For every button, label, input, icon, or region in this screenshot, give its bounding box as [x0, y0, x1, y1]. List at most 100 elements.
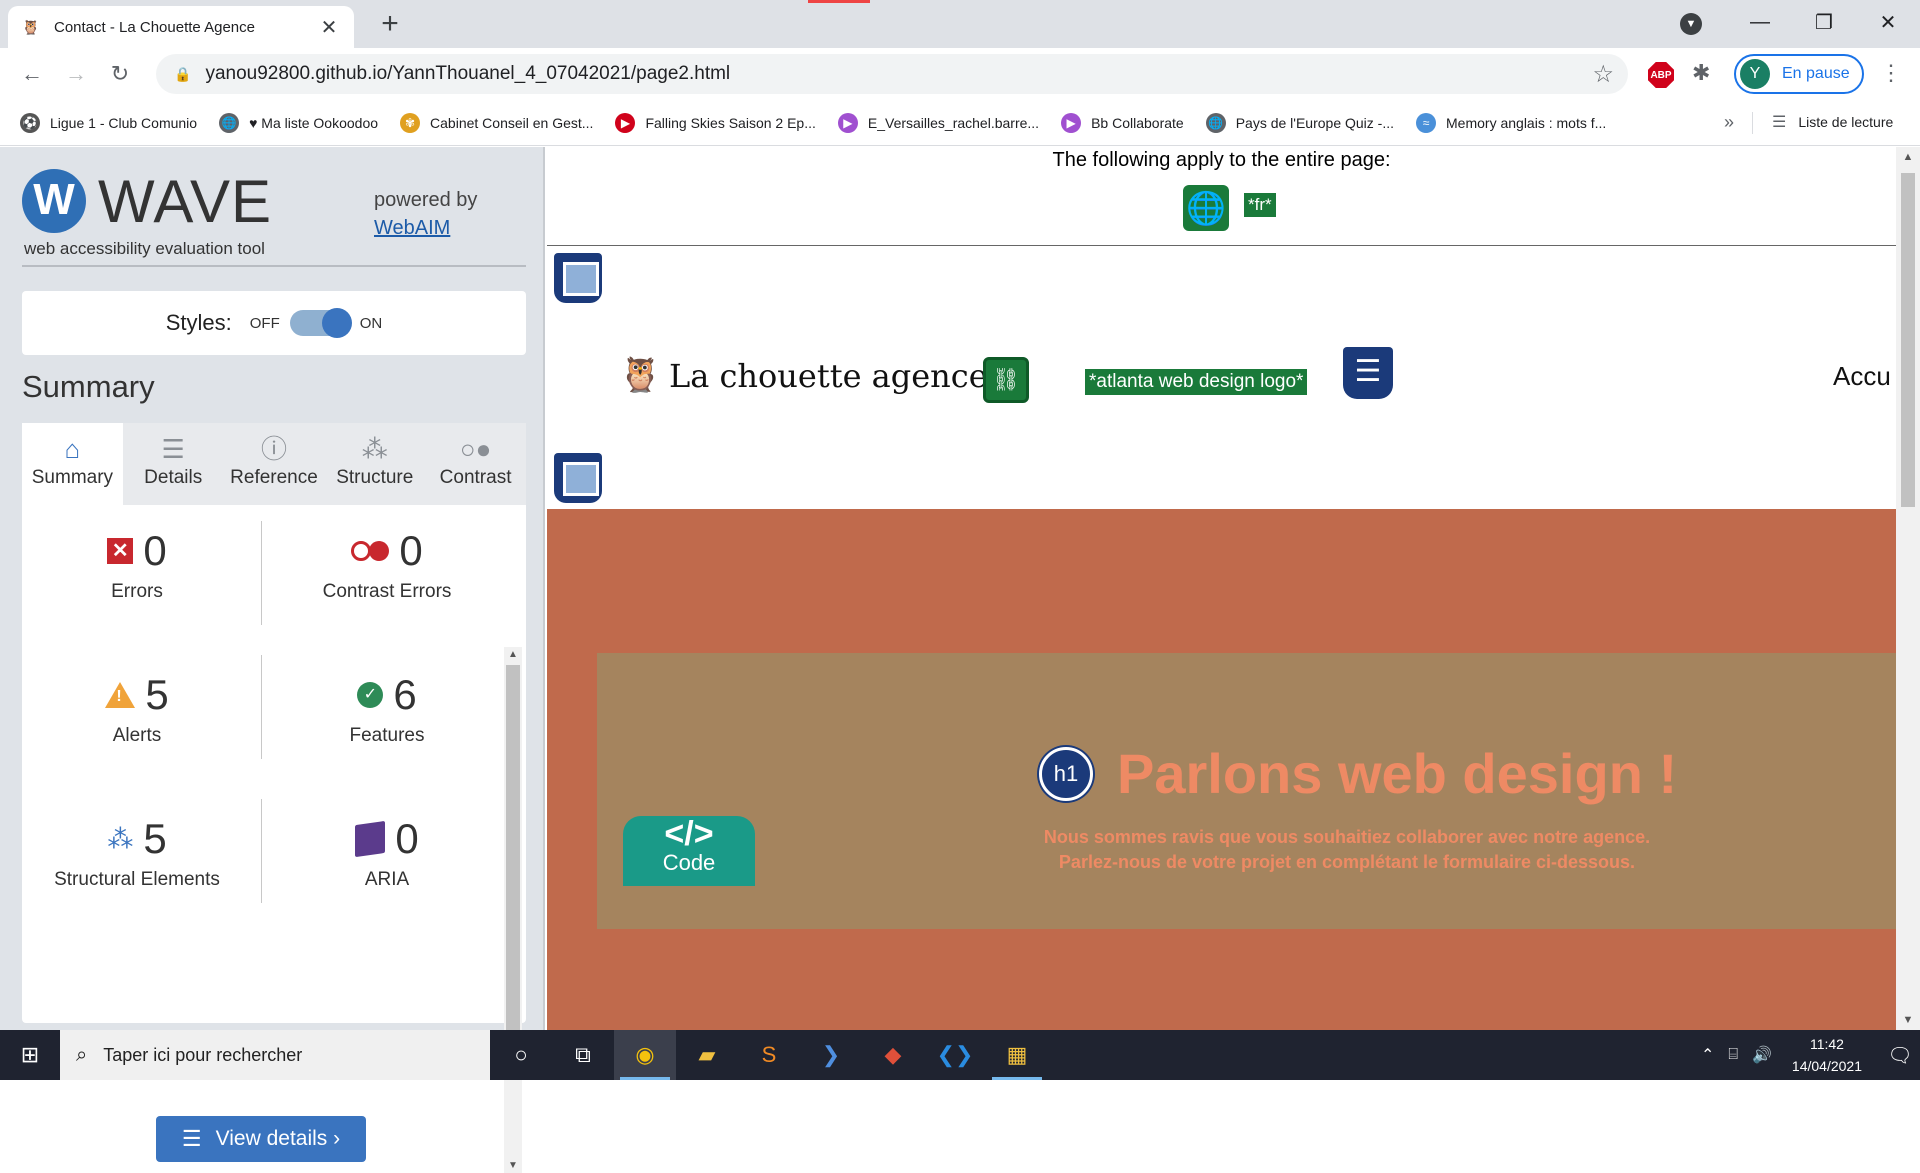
bookmark-item[interactable]: 🌐 Pays de l'Europe Quiz -... — [1205, 112, 1394, 133]
bookmark-item[interactable]: ⚽ Ligue 1 - Club Comunio — [20, 112, 197, 133]
bookmark-item[interactable]: ✾ Cabinet Conseil en Gest... — [400, 112, 594, 133]
bookmark-label: Cabinet Conseil en Gest... — [430, 114, 594, 131]
scroll-down-icon[interactable]: ▼ — [504, 1160, 522, 1171]
stat-contrast-errors[interactable]: 0 Contrast Errors — [272, 521, 502, 641]
windows-start-icon[interactable]: ⊞ — [0, 1030, 60, 1080]
feature-check-icon: ✓ — [357, 682, 384, 708]
bookmark-purple-icon: ▶ — [1061, 112, 1082, 133]
stat-aria[interactable]: 0 ARIA — [272, 809, 502, 929]
play-icon: ▶ — [615, 112, 636, 133]
more-bookmarks-icon[interactable]: » — [1724, 112, 1734, 133]
stat-count: 5 — [145, 671, 169, 718]
close-window-icon[interactable]: ✕ — [1856, 10, 1920, 35]
scrollbar-thumb[interactable] — [506, 665, 520, 1065]
sidebar-scrollbar[interactable]: ▲ ▼ — [504, 647, 522, 1173]
stat-errors[interactable]: ✕ 0 Errors — [22, 521, 252, 641]
bookmark-item[interactable]: ≈ Memory anglais : mots f... — [1416, 112, 1606, 133]
back-icon[interactable]: ← — [10, 61, 54, 87]
scrollbar-thumb[interactable] — [1901, 173, 1915, 507]
tab-summary[interactable]: ⌂ Summary — [22, 423, 123, 505]
globe-icon: 🌐 — [1205, 112, 1226, 133]
soccer-ball-icon: ⚽ — [20, 112, 40, 133]
stat-count: 0 — [399, 527, 423, 574]
new-tab-button[interactable]: + — [374, 8, 406, 40]
brand-name[interactable]: La chouette agence — [669, 357, 988, 395]
tab-reference[interactable]: ⓘ Reference — [223, 423, 325, 505]
stat-structural-elements[interactable]: ⁂ 5 Structural Elements — [22, 809, 252, 929]
page-scrollbar[interactable]: ▲ ▼ — [1896, 147, 1920, 1030]
reload-icon[interactable]: ↻ — [98, 61, 142, 87]
tab-structure[interactable]: ⁂ Structure — [324, 423, 426, 505]
language-globe-icon[interactable]: 🌐 — [1183, 185, 1229, 231]
volume-icon[interactable]: 🔊 — [1752, 1045, 1772, 1065]
network-icon[interactable]: ⌸ — [1728, 1046, 1738, 1064]
git-icon[interactable]: ◆ — [862, 1030, 924, 1080]
browser-tab[interactable]: 🦉 Contact - La Chouette Agence ✕ — [8, 6, 354, 48]
url-text[interactable]: yanou92800.github.io/YannThouanel_4_0704… — [205, 63, 1592, 85]
file-explorer-icon[interactable]: ▰ — [676, 1030, 738, 1080]
linked-image-icon[interactable]: ⛓ — [983, 357, 1029, 403]
bookmark-item[interactable]: 🌐 ♥ Ma liste Ookoodoo — [219, 112, 378, 133]
bookmark-item[interactable]: ▶ Falling Skies Saison 2 Ep... — [615, 112, 816, 133]
stat-label: Structural Elements — [54, 869, 220, 890]
profile-status: En pause — [1782, 65, 1850, 82]
region-icon[interactable] — [554, 453, 602, 503]
view-details-button[interactable]: ☰ View details › — [156, 1116, 366, 1162]
search-placeholder: Taper ici pour rechercher — [103, 1044, 303, 1065]
stat-alerts[interactable]: ! 5 Alerts — [22, 665, 252, 785]
restore-icon[interactable]: ❐ — [1792, 10, 1856, 35]
minimize-icon[interactable]: — — [1728, 11, 1792, 34]
navigation-region-icon[interactable]: ☰ — [1343, 347, 1393, 399]
language-tag: *fr* — [1244, 193, 1276, 217]
app-icon[interactable]: ▦ — [986, 1030, 1048, 1080]
reading-list-button[interactable]: ☰ Liste de lecture — [1772, 112, 1893, 132]
cortana-icon[interactable]: ○ — [490, 1030, 552, 1080]
stat-features[interactable]: ✓ 6 Features — [272, 665, 502, 785]
styles-toggle-box: Styles: OFF ON — [22, 291, 526, 355]
logo-alt-text: *atlanta web design logo* — [1085, 369, 1308, 395]
tab-contrast[interactable]: ○● Contrast — [425, 423, 526, 505]
webaim-link[interactable]: WebAIM — [374, 217, 450, 240]
profile-button[interactable]: Y En pause — [1734, 54, 1864, 94]
chevron-up-icon[interactable]: ⌃ — [1701, 1045, 1714, 1065]
bookmark-label: E_Versailles_rachel.barre... — [867, 114, 1040, 131]
bookmark-item[interactable]: ▶ E_Versailles_rachel.barre... — [837, 112, 1040, 133]
scroll-up-icon[interactable]: ▲ — [504, 649, 522, 660]
close-tab-icon[interactable]: ✕ — [318, 15, 340, 40]
forward-icon[interactable]: → — [54, 61, 98, 87]
h1-badge-icon[interactable]: h1 — [1039, 747, 1093, 801]
chrome-icon[interactable]: ◉ — [614, 1030, 676, 1080]
nav-link-accueil[interactable]: Accu — [1833, 361, 1891, 392]
notification-icon[interactable]: 🗨 — [1880, 1043, 1920, 1068]
sublime-text-icon[interactable]: S — [738, 1030, 800, 1080]
taskbar-search[interactable]: ⌕ Taper ici pour rechercher — [60, 1030, 490, 1080]
divider — [261, 655, 262, 759]
styles-toggle[interactable] — [289, 308, 352, 338]
scroll-up-icon[interactable]: ▲ — [1896, 151, 1920, 163]
tab-label: Summary — [31, 467, 114, 488]
extensions-icon[interactable]: ✱ — [1692, 60, 1710, 86]
adblock-icon[interactable]: ABP — [1648, 62, 1674, 88]
lock-icon[interactable]: 🔒 — [174, 66, 191, 83]
stat-count: 0 — [143, 527, 167, 574]
powershell-icon[interactable]: ❯ — [800, 1030, 862, 1080]
alert-icon: ! — [105, 682, 136, 708]
kebab-menu-icon[interactable]: ⋮ — [1880, 60, 1902, 86]
address-bar[interactable]: 🔒 yanou92800.github.io/YannThouanel_4_07… — [156, 54, 1628, 94]
bookmark-star-icon[interactable]: ☆ — [1592, 60, 1614, 89]
bookmark-item[interactable]: ▶ Bb Collaborate — [1061, 112, 1184, 133]
wave-tagline: web accessibility evaluation tool — [24, 239, 265, 258]
tab-label: Details — [144, 467, 203, 488]
vscode-icon[interactable]: ❮❯ — [924, 1030, 986, 1080]
divider — [22, 265, 526, 267]
task-view-icon[interactable]: ⧉ — [552, 1030, 614, 1080]
tab-search-icon[interactable]: ▼ — [1680, 13, 1702, 35]
header-region-icon[interactable] — [554, 253, 602, 303]
tab-details[interactable]: ☰ Details — [122, 423, 224, 505]
scroll-down-icon[interactable]: ▼ — [1896, 1014, 1920, 1026]
stat-count: 5 — [143, 815, 167, 862]
hierarchy-icon: ⁂ — [361, 434, 388, 464]
date: 14/04/2021 — [1791, 1058, 1862, 1074]
code-toggle-button[interactable]: </> Code — [623, 816, 755, 886]
clock[interactable]: 11:42 14/04/2021 — [1792, 1033, 1862, 1077]
